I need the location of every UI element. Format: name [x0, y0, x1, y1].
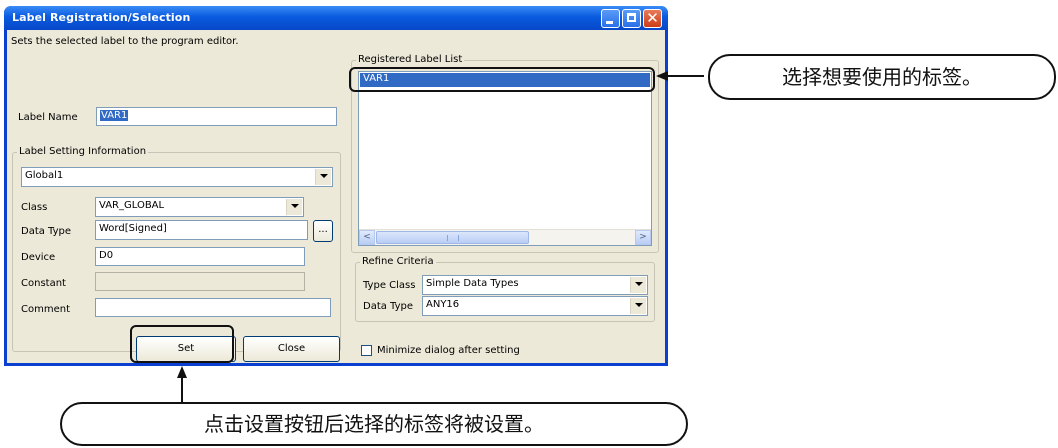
callout-set-button: 点击设置按钮后选择的标签将被设置。	[60, 402, 688, 446]
up-arrow-head	[177, 366, 187, 378]
right-arrow-head	[656, 71, 668, 81]
callout-set-text: 点击设置按钮后选择的标签将被设置。	[204, 412, 544, 436]
callout-select-text: 选择想要使用的标签。	[782, 65, 982, 89]
callout-select-label: 选择想要使用的标签。	[708, 54, 1056, 100]
